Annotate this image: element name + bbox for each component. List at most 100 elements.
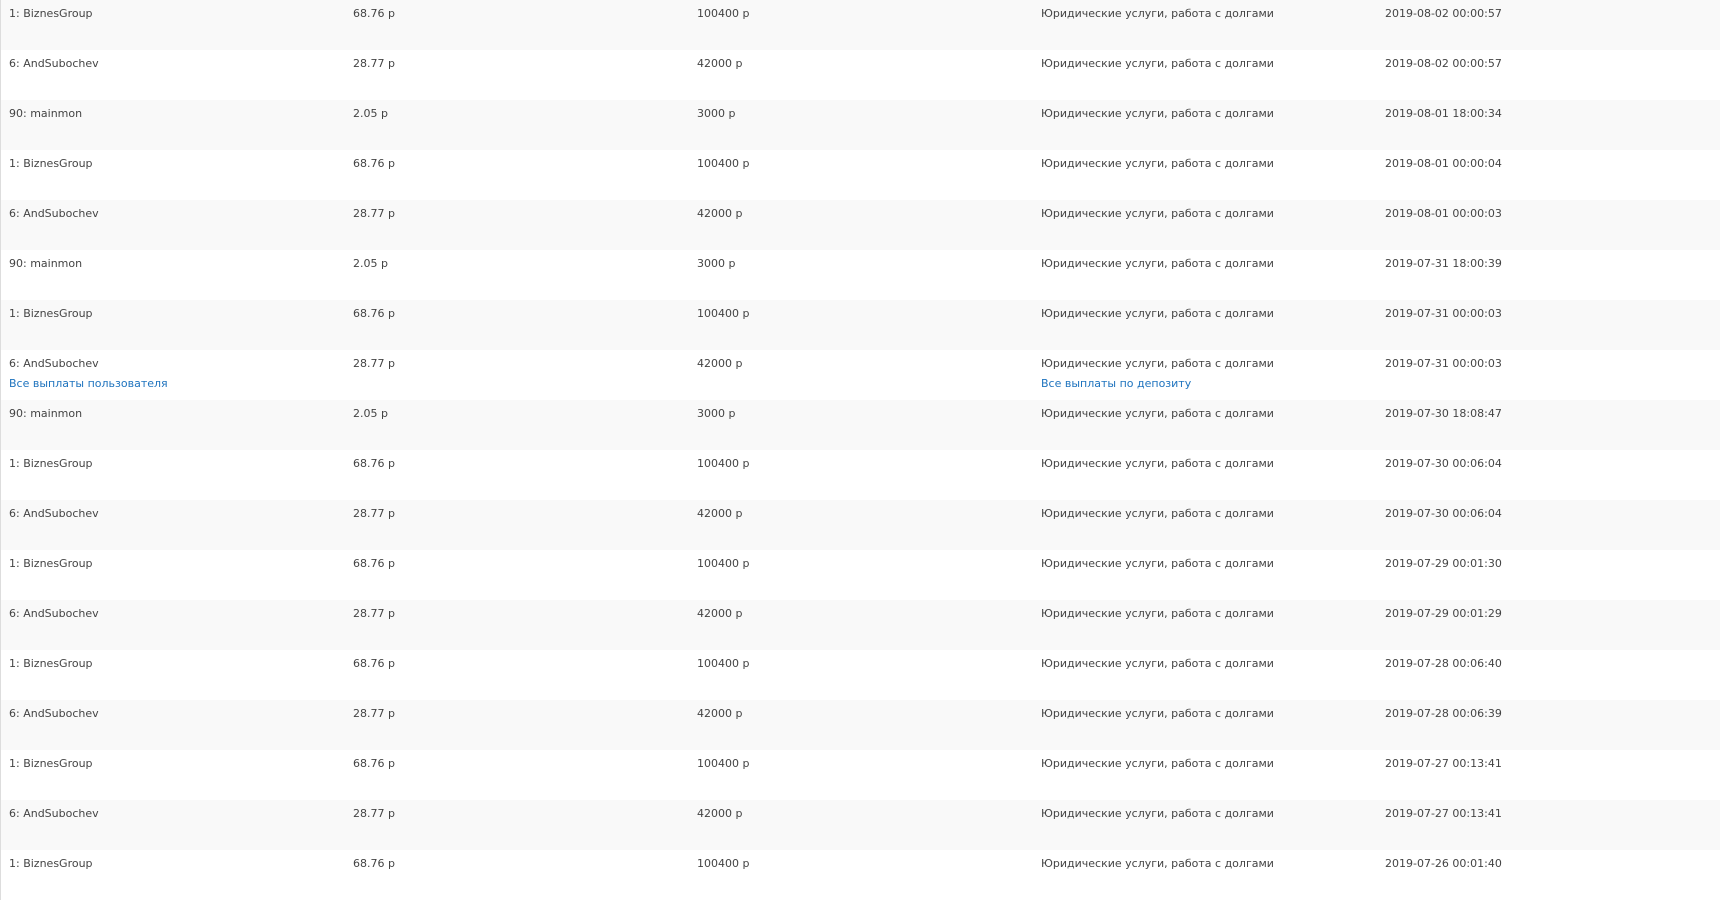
plan-cell: Юридические услуги, работа с долгами — [1041, 757, 1274, 771]
plan-name: Юридические услуги, работа с долгами — [1041, 157, 1274, 170]
table-row: 90: mainmon 2.05 р 3000 р Юридические ус… — [0, 250, 1720, 300]
payout-date: 2019-07-29 00:01:30 — [1385, 557, 1502, 570]
deposit-amount: 42000 р — [697, 607, 743, 620]
deposit-amount: 100400 р — [697, 457, 750, 470]
user-name: 90: mainmon — [9, 407, 83, 420]
user-cell: 6: AndSubochev — [9, 507, 99, 521]
payout-amount: 68.76 р — [353, 657, 395, 670]
payout-amount: 28.77 р — [353, 607, 395, 620]
user-name: 6: AndSubochev — [9, 357, 99, 370]
plan-name: Юридические услуги, работа с долгами — [1041, 857, 1274, 870]
user-name: 6: AndSubochev — [9, 807, 99, 820]
table-row: 6: AndSubochev 28.77 р 42000 р Юридическ… — [0, 50, 1720, 100]
payout-amount: 28.77 р — [353, 807, 395, 820]
table-row: 1: BiznesGroup 68.76 р 100400 р Юридичес… — [0, 150, 1720, 200]
table-row: 1: BiznesGroup 68.76 р 100400 р Юридичес… — [0, 0, 1720, 50]
payout-amount: 68.76 р — [353, 157, 395, 170]
plan-name: Юридические услуги, работа с долгами — [1041, 307, 1274, 320]
user-name: 1: BiznesGroup — [9, 157, 93, 170]
user-cell: 1: BiznesGroup — [9, 657, 93, 671]
user-cell: 6: AndSubochev — [9, 57, 99, 71]
user-name: 1: BiznesGroup — [9, 457, 93, 470]
user-cell: 6: AndSubochev — [9, 207, 99, 221]
plan-name: Юридические услуги, работа с долгами — [1041, 757, 1274, 770]
table-row: 6: AndSubochev 28.77 р 42000 р Юридическ… — [0, 800, 1720, 850]
table-row: 6: AndSubochev 28.77 р 42000 р Юридическ… — [0, 600, 1720, 650]
payout-amount: 68.76 р — [353, 857, 395, 870]
table-row: 1: BiznesGroup 68.76 р 100400 р Юридичес… — [0, 450, 1720, 500]
user-name: 6: AndSubochev — [9, 707, 99, 720]
deposit-amount: 42000 р — [697, 807, 743, 820]
payout-date: 2019-07-27 00:13:41 — [1385, 807, 1502, 820]
table-row: 6: AndSubochev 28.77 р 42000 р Юридическ… — [0, 700, 1720, 750]
plan-cell: Юридические услуги, работа с долгами — [1041, 507, 1274, 521]
table-row: 90: mainmon 2.05 р 3000 р Юридические ус… — [0, 100, 1720, 150]
payout-date: 2019-08-01 18:00:34 — [1385, 107, 1502, 120]
payout-amount: 2.05 р — [353, 407, 388, 420]
plan-cell: Юридические услуги, работа с долгами — [1041, 707, 1274, 721]
user-name: 1: BiznesGroup — [9, 307, 93, 320]
user-cell: 90: mainmon — [9, 107, 82, 121]
user-cell: 1: BiznesGroup — [9, 757, 93, 771]
plan-name: Юридические услуги, работа с долгами — [1041, 407, 1274, 420]
payout-date: 2019-07-31 00:00:03 — [1385, 307, 1502, 320]
plan-name: Юридические услуги, работа с долгами — [1041, 457, 1274, 470]
table-row: 90: mainmon 2.05 р 3000 р Юридические ус… — [0, 400, 1720, 450]
deposit-amount: 3000 р — [697, 407, 736, 420]
deposit-payouts-link[interactable]: Все выплаты по депозиту — [1041, 377, 1274, 391]
plan-cell: Юридические услуги, работа с долгами Все … — [1041, 357, 1274, 391]
plan-name: Юридические услуги, работа с долгами — [1041, 607, 1274, 620]
deposit-amount: 42000 р — [697, 357, 743, 370]
user-payouts-link[interactable]: Все выплаты пользователя — [9, 377, 168, 391]
plan-name: Юридические услуги, работа с долгами — [1041, 257, 1274, 270]
payout-date: 2019-07-27 00:13:41 — [1385, 757, 1502, 770]
payout-date: 2019-07-31 00:00:03 — [1385, 357, 1502, 370]
table-row: 1: BiznesGroup 68.76 р 100400 р Юридичес… — [0, 550, 1720, 600]
user-name: 1: BiznesGroup — [9, 7, 93, 20]
deposit-amount: 100400 р — [697, 757, 750, 770]
user-cell: 1: BiznesGroup — [9, 157, 93, 171]
plan-name: Юридические услуги, работа с долгами — [1041, 557, 1274, 570]
user-name: 6: AndSubochev — [9, 57, 99, 70]
user-cell: 6: AndSubochev — [9, 807, 99, 821]
payout-date: 2019-07-31 18:00:39 — [1385, 257, 1502, 270]
deposit-amount: 100400 р — [697, 557, 750, 570]
payout-amount: 68.76 р — [353, 7, 395, 20]
plan-cell: Юридические услуги, работа с долгами — [1041, 307, 1274, 321]
table-row: 6: AndSubochev 28.77 р 42000 р Юридическ… — [0, 500, 1720, 550]
plan-name: Юридические услуги, работа с долгами — [1041, 107, 1274, 120]
plan-cell: Юридические услуги, работа с долгами — [1041, 7, 1274, 21]
payout-date: 2019-07-30 00:06:04 — [1385, 507, 1502, 520]
payout-amount: 28.77 р — [353, 57, 395, 70]
deposit-amount: 42000 р — [697, 707, 743, 720]
deposit-amount: 100400 р — [697, 307, 750, 320]
user-cell: 1: BiznesGroup — [9, 307, 93, 321]
table-row: 1: BiznesGroup 68.76 р 100400 р Юридичес… — [0, 750, 1720, 800]
plan-name: Юридические услуги, работа с долгами — [1041, 357, 1274, 370]
user-cell: 6: AndSubochev — [9, 707, 99, 721]
deposit-amount: 3000 р — [697, 107, 736, 120]
payout-date: 2019-07-28 00:06:39 — [1385, 707, 1502, 720]
table-row: 1: BiznesGroup 68.76 р 100400 р Юридичес… — [0, 850, 1720, 900]
user-cell: 6: AndSubochev Все выплаты пользователя — [9, 357, 168, 391]
deposit-amount: 100400 р — [697, 657, 750, 670]
plan-name: Юридические услуги, работа с долгами — [1041, 707, 1274, 720]
table-row: 1: BiznesGroup 68.76 р 100400 р Юридичес… — [0, 650, 1720, 700]
plan-name: Юридические услуги, работа с долгами — [1041, 507, 1274, 520]
plan-name: Юридические услуги, работа с долгами — [1041, 807, 1274, 820]
user-name: 6: AndSubochev — [9, 507, 99, 520]
user-cell: 90: mainmon — [9, 257, 82, 271]
user-name: 90: mainmon — [9, 107, 83, 120]
plan-cell: Юридические услуги, работа с долгами — [1041, 457, 1274, 471]
payout-date: 2019-07-29 00:01:29 — [1385, 607, 1502, 620]
plan-name: Юридические услуги, работа с долгами — [1041, 7, 1274, 20]
table-row: 6: AndSubochev Все выплаты пользователя 2… — [0, 350, 1720, 400]
plan-cell: Юридические услуги, работа с долгами — [1041, 607, 1274, 621]
plan-cell: Юридические услуги, работа с долгами — [1041, 407, 1274, 421]
user-name: 1: BiznesGroup — [9, 757, 93, 770]
plan-cell: Юридические услуги, работа с долгами — [1041, 157, 1274, 171]
deposit-amount: 100400 р — [697, 7, 750, 20]
deposit-amount: 100400 р — [697, 857, 750, 870]
user-name: 6: AndSubochev — [9, 607, 99, 620]
user-cell: 1: BiznesGroup — [9, 457, 93, 471]
